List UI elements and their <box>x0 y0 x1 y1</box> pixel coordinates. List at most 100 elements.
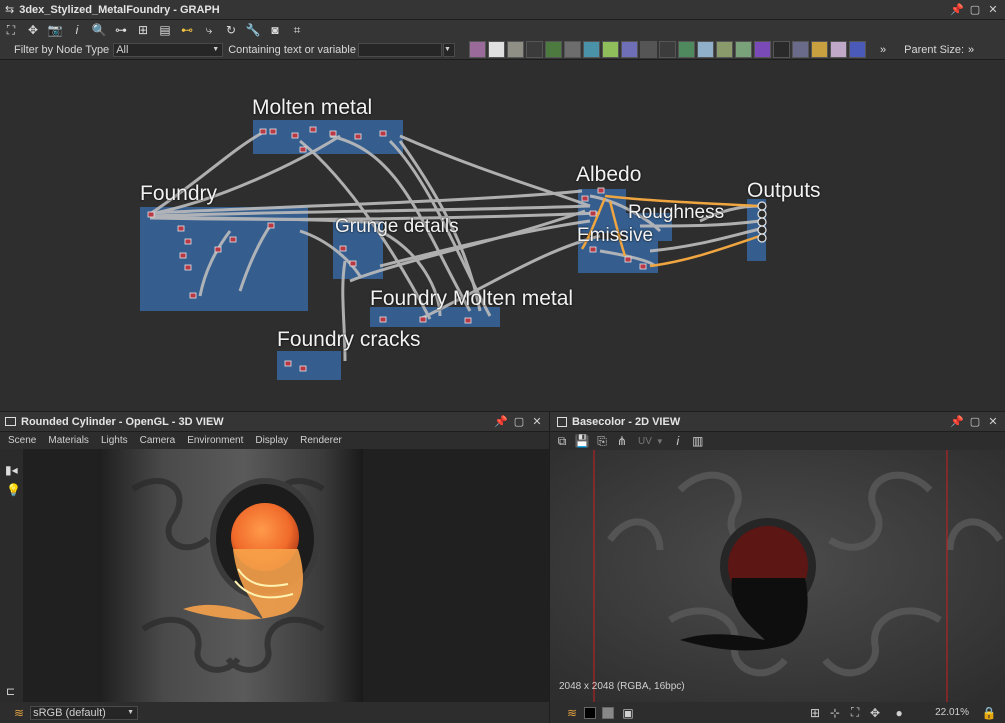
view2d-viewport[interactable]: 2048 x 2048 (RGBA, 16bpc) <box>550 450 1005 702</box>
view3d-statusbar: ≋ sRGB (default) ▼ <box>0 702 549 723</box>
menu-camera[interactable]: Camera <box>140 435 176 446</box>
screenshot-icon[interactable]: 📷 <box>44 21 66 39</box>
mask-node-icon[interactable] <box>791 41 809 58</box>
copy-icon[interactable]: ⎘ <box>592 434 612 449</box>
frame-label-foundry-cracks[interactable]: Foundry cracks <box>277 328 421 352</box>
maximize-icon[interactable]: ▢ <box>967 414 983 430</box>
containing-input[interactable] <box>357 42 442 57</box>
frame-label-albedo[interactable]: Albedo <box>576 163 641 187</box>
frame-label-foundry[interactable]: Foundry <box>140 182 217 206</box>
warning-node-icon[interactable] <box>810 41 828 58</box>
filter-bar: Filter by Node Type All ▼ Containing text… <box>0 40 1005 60</box>
pattern-node-icon[interactable] <box>639 41 657 58</box>
uv-chevron-icon[interactable]: ▼ <box>656 437 664 446</box>
graph-canvas[interactable]: Molten metal Foundry Grunge details Albe… <box>0 61 1005 411</box>
tiling-grid-icon[interactable]: ⊞ <box>805 706 825 720</box>
menu-environment[interactable]: Environment <box>187 435 243 446</box>
frame-label-emissive[interactable]: Emissive <box>577 225 653 247</box>
graph-icon: ⇆ <box>5 4 15 16</box>
frame-view-icon[interactable]: ⛶ <box>845 705 865 720</box>
maximize-icon[interactable]: ▢ <box>511 414 527 430</box>
env-image-icon[interactable]: ▣ <box>618 706 638 720</box>
frame-label-foundry-molten-metal[interactable]: Foundry Molten metal <box>370 287 573 311</box>
align-icon[interactable]: ⊞ <box>132 21 154 39</box>
frame-all-icon[interactable]: ⛶ <box>0 21 22 39</box>
zoom-level[interactable]: 22.01% <box>935 707 969 718</box>
uv-label[interactable]: UV <box>638 436 652 447</box>
fill-node-icon[interactable] <box>658 41 676 58</box>
layers-icon[interactable]: ≋ <box>14 706 24 720</box>
close-icon[interactable]: ✕ <box>529 414 545 430</box>
curve-node-icon[interactable] <box>544 41 562 58</box>
blur-node-icon[interactable] <box>620 41 638 58</box>
pin-icon[interactable]: 📌 <box>493 414 509 430</box>
noise-node-icon[interactable] <box>715 41 733 58</box>
height-node-icon[interactable] <box>734 41 752 58</box>
zoom-out-icon[interactable]: ● <box>889 706 909 720</box>
color-node-icon[interactable] <box>753 41 771 58</box>
menu-renderer[interactable]: Renderer <box>300 435 342 446</box>
levels-node-icon[interactable] <box>563 41 581 58</box>
pin-icon[interactable]: 📌 <box>949 2 965 18</box>
containing-dropdown[interactable]: ▼ <box>442 42 455 57</box>
more-chevron-icon[interactable]: » <box>880 44 886 56</box>
close-icon[interactable]: ✕ <box>985 2 1001 18</box>
light-icon[interactable]: 💡 <box>6 483 23 497</box>
text-node-icon[interactable] <box>487 41 505 58</box>
layout-icon[interactable]: ▤ <box>154 21 176 39</box>
view2d-title: Basecolor - 2D VIEW <box>572 415 681 428</box>
frame-label-roughness[interactable]: Roughness <box>628 202 724 224</box>
link-icon[interactable]: ⊶ <box>110 21 132 39</box>
filter-label: Filter by Node Type <box>14 43 110 56</box>
transform-node-icon[interactable] <box>696 41 714 58</box>
menu-materials[interactable]: Materials <box>48 435 89 446</box>
camera-icon[interactable]: ▮◂ <box>5 463 23 477</box>
pin-icon[interactable]: 📌 <box>949 414 965 430</box>
frame-label-outputs[interactable]: Outputs <box>747 179 821 203</box>
frame-label-grunge-details[interactable]: Grunge details <box>335 216 459 238</box>
graph-titlebar: ⇆ 3dex_Stylized_MetalFoundry - GRAPH 📌 ▢… <box>0 0 1005 20</box>
connect-icon[interactable]: ⊷ <box>176 21 198 39</box>
save-icon[interactable]: 💾 <box>572 434 592 448</box>
info-icon[interactable]: i <box>668 434 688 448</box>
tools-icon[interactable]: 🔧 <box>242 21 264 39</box>
black-bg-swatch[interactable] <box>584 706 596 719</box>
maximize-icon[interactable]: ▢ <box>967 2 983 18</box>
reroute-icon[interactable]: ⤷ <box>198 21 220 39</box>
menu-display[interactable]: Display <box>255 435 288 446</box>
info-icon[interactable]: i <box>66 21 88 39</box>
shuffle-node-icon[interactable] <box>525 41 543 58</box>
transform-icon[interactable]: ⊹ <box>825 706 845 720</box>
close-icon[interactable]: ✕ <box>985 414 1001 430</box>
colorspace-select[interactable]: sRGB (default) ▼ <box>30 705 139 720</box>
graph-title: 3dex_Stylized_MetalFoundry - GRAPH <box>19 3 220 16</box>
warp-node-icon[interactable] <box>601 41 619 58</box>
fit-view-icon[interactable]: ⧉ <box>552 434 572 449</box>
select-node-icon[interactable] <box>848 41 866 58</box>
grid-icon[interactable]: ⌗ <box>286 21 308 39</box>
view3d-viewport[interactable] <box>23 449 549 702</box>
gradient-node-icon[interactable] <box>582 41 600 58</box>
move-icon[interactable]: ✥ <box>22 21 44 39</box>
frame-foundry <box>140 207 308 311</box>
frame-icon[interactable]: ◙ <box>264 21 286 39</box>
water-node-icon[interactable] <box>677 41 695 58</box>
menu-lights[interactable]: Lights <box>101 435 128 446</box>
menu-scene[interactable]: Scene <box>8 435 36 446</box>
checker-bg-swatch[interactable] <box>602 706 614 719</box>
histogram-icon[interactable]: ▥ <box>688 434 708 448</box>
search-icon[interactable]: 🔍 <box>88 21 110 39</box>
node-type-select[interactable]: All ▼ <box>113 42 224 57</box>
lock-icon[interactable]: 🔒 <box>979 706 999 720</box>
layers-icon[interactable]: ≋ <box>562 706 582 720</box>
binary-node-icon[interactable] <box>772 41 790 58</box>
hierarchy-icon[interactable]: ⊏ <box>6 685 15 698</box>
refresh-icon[interactable]: ↻ <box>220 21 242 39</box>
drop-node-icon[interactable] <box>506 41 524 58</box>
text-a-node-icon[interactable] <box>829 41 847 58</box>
pan-icon[interactable]: ✥ <box>865 706 885 720</box>
frame-label-molten-metal[interactable]: Molten metal <box>252 96 372 120</box>
bitmap-node-icon[interactable] <box>468 41 486 58</box>
share-icon[interactable]: ⋔ <box>612 434 632 448</box>
parent-size-chevron-icon[interactable]: » <box>968 44 974 56</box>
